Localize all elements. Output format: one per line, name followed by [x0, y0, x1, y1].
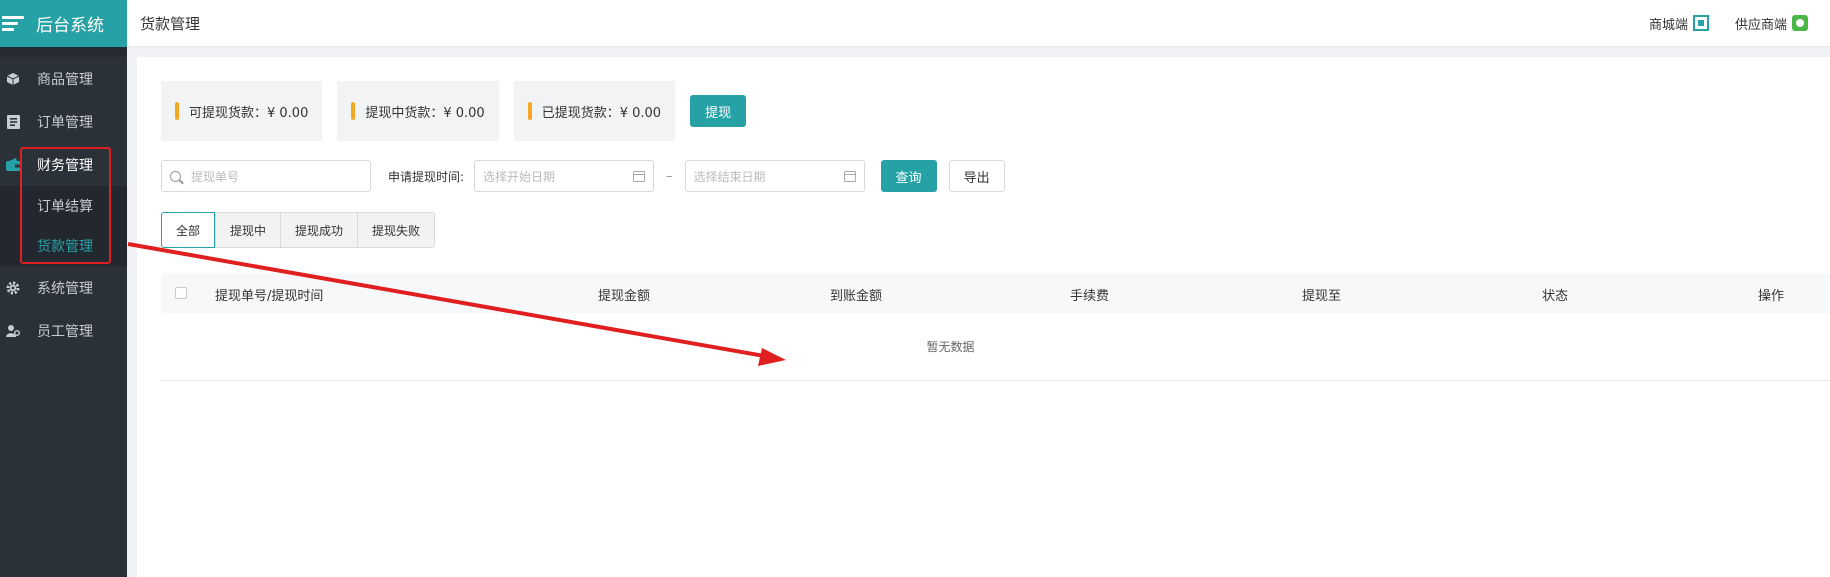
- filter-bar: 提现单号 申请提现时间: 选择开始日期 – 选择结束日期 查询 导出: [161, 160, 1005, 192]
- stat-bar: [527, 102, 532, 120]
- column-header: 状态: [1542, 289, 1569, 304]
- date-separator: –: [666, 168, 673, 184]
- stat-withdrawn-text: 已提现货款：¥ 0.00: [541, 105, 662, 121]
- stat-bar: [175, 102, 179, 120]
- sidebar-item-staff[interactable]: 员工管理: [0, 309, 127, 352]
- end-date-placeholder: 选择结束日期: [693, 169, 766, 184]
- query-button[interactable]: 查询: [880, 160, 937, 192]
- sidebar-item-products[interactable]: 商品管理: [0, 57, 127, 100]
- search-input[interactable]: 提现单号: [161, 160, 371, 192]
- sidebar-item-label: 订单管理: [37, 114, 93, 131]
- calendar-icon: [843, 171, 856, 182]
- stat-available-text: 可提现货款：¥ 0.00: [189, 105, 309, 121]
- column-header: 提现单号/提现时间: [215, 289, 324, 304]
- start-date-placeholder: 选择开始日期: [483, 169, 556, 184]
- table-header: 提现单号/提现时间 提现金额 到账金额 手续费 提现至 状态 操作: [161, 273, 1830, 313]
- empty-state: 暂无数据: [161, 313, 1830, 381]
- sidebar-subitem-order-settlement[interactable]: 订单结算: [0, 186, 127, 226]
- stat-bar: [351, 102, 356, 120]
- sidebar-nav: 商品管理 订单管理 财务管理 订单结算 货款管理 系统管理 员工管理: [0, 57, 127, 352]
- end-date-input[interactable]: 选择结束日期: [684, 160, 865, 192]
- sidebar: 后台系统 商品管理 订单管理 财务管理 订单结算 货款管理 系统管理 员工管理: [0, 0, 127, 577]
- qr-code-icon: [1692, 15, 1709, 31]
- main-content: 可提现货款：¥ 0.00 提现中货款：¥ 0.00 已提现货款：¥ 0.00 提…: [137, 57, 1830, 577]
- column-header: 手续费: [1070, 289, 1110, 304]
- users-icon: [5, 323, 21, 339]
- status-tabs: 全部 提现中 提现成功 提现失败: [161, 212, 436, 248]
- app-title: 后台系统: [36, 16, 104, 36]
- sidebar-item-label: 员工管理: [37, 323, 93, 340]
- sidebar-item-label: 订单结算: [37, 199, 93, 215]
- sidebar-item-label: 财务管理: [37, 157, 93, 174]
- sidebar-item-label: 系统管理: [37, 280, 93, 297]
- page-title: 货款管理: [140, 14, 201, 33]
- search-icon: [170, 170, 181, 182]
- column-header: 提现至: [1302, 289, 1342, 304]
- sidebar-item-finance[interactable]: 财务管理: [0, 143, 127, 186]
- column-header: 提现金额: [598, 289, 651, 304]
- stat-withdrawn: 已提现货款：¥ 0.00: [513, 81, 676, 141]
- tab-failed[interactable]: 提现失败: [357, 213, 435, 247]
- gear-icon: [5, 280, 21, 296]
- search-placeholder: 提现单号: [191, 169, 240, 184]
- select-all-checkbox[interactable]: [175, 287, 187, 299]
- date-label: 申请提现时间:: [388, 169, 465, 184]
- stat-pending: 提现中货款：¥ 0.00: [337, 81, 499, 141]
- withdraw-button[interactable]: 提现: [690, 95, 747, 127]
- mini-program-icon: [1792, 15, 1808, 31]
- list-icon: [5, 114, 21, 130]
- sidebar-item-label: 货款管理: [37, 239, 93, 255]
- tab-pending[interactable]: 提现中: [215, 213, 281, 247]
- mall-link[interactable]: 商城端: [1649, 14, 1709, 33]
- sidebar-item-orders[interactable]: 订单管理: [0, 100, 127, 143]
- column-header: 到账金额: [830, 289, 883, 304]
- top-header: 货款管理 商城端 供应商端: [127, 0, 1830, 47]
- withdrawal-table: 提现单号/提现时间 提现金额 到账金额 手续费 提现至 状态 操作 暂无数据: [161, 273, 1830, 381]
- stats-row: 可提现货款：¥ 0.00 提现中货款：¥ 0.00 已提现货款：¥ 0.00 提…: [161, 81, 747, 141]
- calendar-icon: [633, 171, 646, 182]
- wallet-icon: [5, 157, 21, 173]
- column-header: 操作: [1758, 289, 1785, 304]
- menu-icon[interactable]: [2, 13, 24, 34]
- stat-available: 可提现货款：¥ 0.00: [161, 81, 323, 141]
- brand: 后台系统: [0, 0, 127, 47]
- mall-link-label: 商城端: [1648, 17, 1688, 33]
- start-date-input[interactable]: 选择开始日期: [474, 160, 655, 192]
- supplier-link[interactable]: 供应商端: [1735, 14, 1808, 33]
- supplier-link-label: 供应商端: [1734, 17, 1787, 33]
- sidebar-subitem-payment-management[interactable]: 货款管理: [0, 226, 127, 266]
- export-button[interactable]: 导出: [948, 160, 1005, 192]
- sidebar-item-label: 商品管理: [37, 71, 93, 88]
- tab-success[interactable]: 提现成功: [280, 213, 358, 247]
- sidebar-item-system[interactable]: 系统管理: [0, 266, 127, 309]
- cube-icon: [5, 71, 21, 87]
- stat-pending-text: 提现中货款：¥ 0.00: [365, 105, 485, 121]
- empty-text: 暂无数据: [926, 340, 975, 354]
- tab-all[interactable]: 全部: [161, 212, 216, 248]
